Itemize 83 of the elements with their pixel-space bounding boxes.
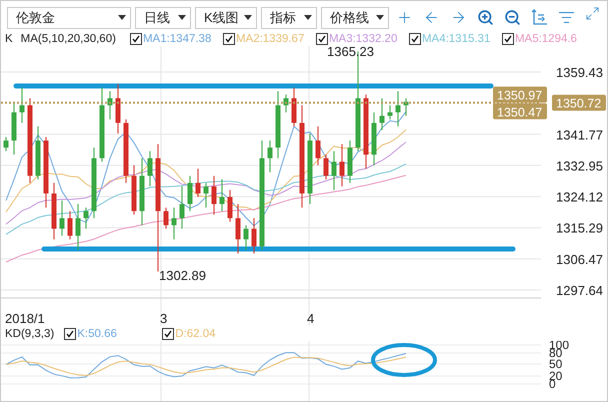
checkbox[interactable] (130, 32, 142, 45)
candlestick (36, 126, 40, 180)
candlestick (324, 154, 328, 180)
candlestick (388, 105, 392, 120)
candlestick (316, 126, 320, 166)
checkbox[interactable] (316, 32, 328, 45)
price-axis-label: 1341.77 (556, 128, 603, 143)
candlestick (292, 87, 296, 128)
dropdown[interactable]: K线图 (195, 6, 257, 29)
dropdown[interactable]: 指标 (261, 6, 317, 29)
candlestick (52, 182, 56, 240)
candlestick (252, 218, 256, 254)
low-price-label: 1302.89 (159, 268, 206, 284)
ma-value: MA1:1347.38 (142, 32, 212, 45)
ma-value: MA4:1315.31 (422, 32, 490, 45)
candlestick (92, 147, 96, 219)
ma-value: MA5:1294.6 (514, 32, 577, 45)
candlestick (140, 158, 144, 226)
price-axis-label: 1359.43 (556, 65, 603, 80)
candlestick (372, 112, 376, 166)
price-tag: 1350.97 (493, 86, 547, 103)
candlestick (68, 210, 72, 240)
candlestick (116, 84, 120, 134)
checkbox[interactable] (162, 328, 174, 340)
ma-value: MA3:1332.20 (328, 32, 398, 45)
candlestick (4, 136, 8, 152)
candlestick (348, 140, 352, 184)
dropdown[interactable]: 日线 (135, 6, 191, 29)
candlestick (204, 182, 208, 208)
candlestick (220, 179, 224, 212)
checkbox[interactable] (502, 32, 514, 45)
candlestick (284, 94, 288, 114)
kd-value: D:62.04 (175, 328, 216, 340)
checkbox[interactable] (408, 32, 421, 45)
price-axis-label: 1324.12 (556, 190, 603, 205)
dropdown[interactable]: 伦敦金 (7, 6, 131, 29)
candlestick (340, 144, 344, 188)
candlestick (164, 207, 168, 230)
indicator-label: KD(9,3,3) (5, 328, 54, 340)
candlestick (244, 225, 248, 251)
date-label: 2018/1 (5, 311, 45, 326)
ma-value: MA2:1339.67 (236, 32, 304, 45)
candlestick (148, 150, 152, 188)
candlestick (308, 133, 312, 205)
candlestick (20, 87, 24, 124)
candlestick (212, 176, 216, 216)
candlestick (60, 200, 64, 237)
candlestick (180, 186, 184, 230)
price-axis-label: 1297.64 (556, 283, 603, 298)
indicator-label: MA(5,10,20,30,60) (20, 32, 116, 45)
candlestick (380, 98, 384, 131)
price-axis-label: 1306.47 (556, 252, 603, 268)
date-label: 3 (160, 311, 168, 326)
high-price-label: 1365.23 (327, 46, 374, 60)
price-tag: 1350.72 (552, 95, 606, 111)
candlestick (76, 204, 80, 251)
candlestick (404, 98, 408, 117)
checkbox[interactable] (64, 328, 76, 340)
candlestick (276, 90, 280, 159)
candlestick (236, 204, 240, 254)
candlestick (172, 207, 176, 240)
candlestick (108, 90, 112, 120)
checkbox[interactable] (222, 32, 235, 45)
price-tag: 1350.47 (493, 104, 547, 120)
candlestick (188, 176, 192, 212)
highlight-ellipse (371, 343, 437, 377)
date-label: 4 (307, 311, 314, 326)
candlestick (84, 207, 88, 230)
kd-value: K:50.66 (77, 328, 117, 340)
candlestick (124, 119, 128, 184)
price-axis-label: 1332.95 (556, 158, 603, 174)
candlestick (268, 140, 272, 174)
candlestick (12, 102, 16, 156)
candlestick (132, 165, 136, 216)
kd-axis-label: 50 (549, 357, 562, 371)
candlestick (228, 190, 232, 222)
candlestick (196, 168, 200, 198)
price-axis-label: 1315.29 (556, 221, 603, 236)
series-label: K (5, 32, 13, 45)
candlestick (44, 136, 48, 208)
dropdown[interactable]: 价格线 (321, 6, 389, 29)
candlestick (332, 150, 336, 191)
candlestick (396, 90, 400, 128)
